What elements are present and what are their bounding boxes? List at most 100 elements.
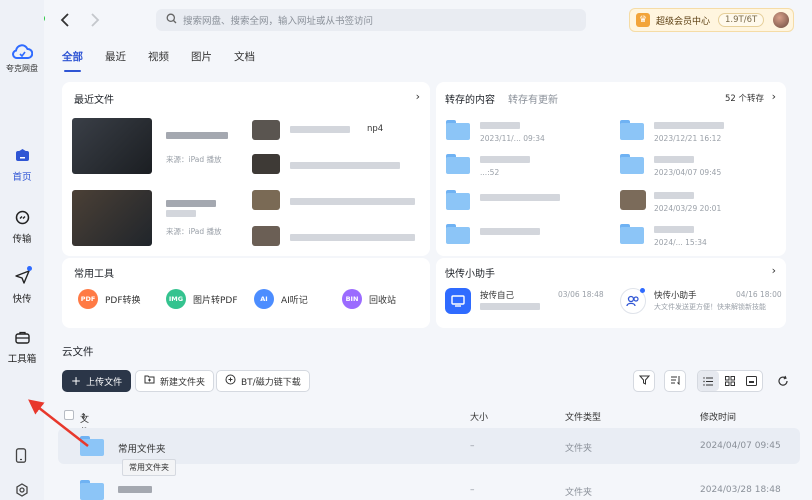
- file-name-redacted: [290, 162, 400, 169]
- sort-button[interactable]: [664, 370, 686, 392]
- quick-send-item-desc: 大文件发送更方便！快来解锁新技能: [654, 303, 766, 311]
- table-row[interactable]: – 文件夹 2024/03/28 18:48: [58, 472, 800, 500]
- file-thumbnail[interactable]: [72, 118, 152, 174]
- folder-icon: [80, 436, 104, 456]
- tool-ai-transcribe[interactable]: AI AI听记: [254, 289, 308, 309]
- phone-icon[interactable]: [15, 448, 27, 466]
- sidebar-item-label: 首页: [12, 172, 32, 183]
- quick-send-title: 快传小助手: [445, 269, 495, 280]
- back-button[interactable]: [60, 12, 70, 31]
- tab-video[interactable]: 视频: [148, 49, 169, 72]
- folder-add-icon: [144, 375, 155, 387]
- app-name: 夸克网盘: [6, 64, 38, 73]
- file-extension: np4: [367, 124, 384, 134]
- tool-image-to-pdf[interactable]: IMG 图片转PDF: [166, 289, 238, 309]
- tab-image[interactable]: 图片: [191, 49, 212, 72]
- notification-dot: [640, 288, 645, 293]
- video-thumbnail[interactable]: [620, 190, 646, 210]
- microphone-icon: AI: [254, 289, 274, 309]
- column-header-type[interactable]: 文件类型: [565, 410, 601, 423]
- avatar[interactable]: [773, 12, 789, 28]
- pdf-icon: PDF: [78, 289, 98, 309]
- folder-icon[interactable]: [620, 120, 644, 140]
- folder-name-redacted: [654, 122, 724, 129]
- refresh-icon[interactable]: [777, 375, 789, 390]
- folder-icon[interactable]: [620, 154, 644, 174]
- filter-button[interactable]: [633, 370, 655, 392]
- plus-icon: +: [71, 374, 82, 388]
- bt-download-button[interactable]: BT/磁力链下载: [216, 370, 310, 392]
- tab-recent[interactable]: 最近: [105, 49, 126, 72]
- app-logo[interactable]: 夸克网盘: [0, 44, 44, 74]
- tab-document[interactable]: 文档: [234, 49, 255, 72]
- transfer-icon: [13, 208, 31, 226]
- file-table-header: 文件名 ↕ 大小 文件类型 修改时间: [62, 408, 800, 451]
- upload-button[interactable]: + 上传文件: [62, 370, 132, 392]
- folder-name-redacted: [480, 228, 540, 235]
- recent-files-panel: 最近文件 › 来源：iPad 播放 来源：iPad 播放 np4: [62, 82, 430, 256]
- file-thumbnail[interactable]: [252, 190, 280, 210]
- file-name-redacted: [290, 198, 415, 205]
- folder-name-redacted: [654, 192, 694, 199]
- sidebar-item-label: 快传: [12, 294, 32, 305]
- file-modified: 2024/03/28 18:48: [700, 485, 781, 495]
- tab-all[interactable]: 全部: [62, 49, 83, 72]
- column-header-modified[interactable]: 修改时间: [700, 410, 736, 423]
- saved-date: 2023/12/21 16:12: [654, 134, 722, 143]
- send-icon: [13, 266, 32, 286]
- quick-send-item-date: 04/16 18:00: [736, 290, 782, 299]
- file-thumbnail[interactable]: [252, 154, 280, 174]
- screen-icon[interactable]: [445, 288, 471, 314]
- tool-pdf-convert[interactable]: PDF PDF转换: [78, 289, 141, 309]
- folder-icon[interactable]: [620, 224, 644, 244]
- grid-view-icon[interactable]: [719, 371, 740, 391]
- chevron-right-icon[interactable]: ›: [416, 90, 420, 103]
- search-placeholder: 搜索网盘、搜索全网，输入网址或从书签访问: [183, 16, 374, 27]
- quick-send-item-desc-redacted: [480, 303, 540, 310]
- new-folder-button[interactable]: 新建文件夹: [135, 370, 215, 392]
- tool-label: PDF转换: [105, 295, 141, 306]
- saved-tab-active[interactable]: 转存的内容: [445, 91, 495, 106]
- folder-icon[interactable]: [446, 190, 470, 210]
- sort-arrow-icon: ↕: [80, 412, 87, 421]
- list-view-icon[interactable]: [698, 371, 720, 391]
- home-icon: [13, 146, 31, 164]
- folder-icon[interactable]: [446, 224, 470, 244]
- file-size: –: [470, 441, 475, 451]
- sidebar-item-send[interactable]: 快传: [0, 266, 44, 305]
- search-input[interactable]: 搜索网盘、搜索全网，输入网址或从书签访问: [156, 9, 586, 31]
- thumbnail-view-icon[interactable]: [741, 371, 762, 391]
- saved-tab-updates[interactable]: 转存有更新: [508, 91, 558, 106]
- sidebar-item-toolbox[interactable]: 工具箱: [0, 328, 44, 365]
- saved-date: 2023/11/... 09:34: [480, 134, 545, 143]
- file-thumbnail[interactable]: [252, 120, 280, 140]
- folder-icon[interactable]: [446, 154, 470, 174]
- magnet-icon: [225, 374, 236, 388]
- folder-name-redacted: [480, 156, 530, 163]
- tool-recycle-bin[interactable]: BIN 回收站: [342, 289, 396, 309]
- folder-icon[interactable]: [446, 120, 470, 140]
- sidebar-item-label: 传输: [12, 234, 32, 245]
- file-thumbnail[interactable]: [252, 226, 280, 246]
- recent-files-title: 最近文件: [74, 95, 114, 106]
- chevron-right-icon[interactable]: ›: [772, 264, 776, 277]
- sidebar-item-transfer[interactable]: 传输: [0, 208, 44, 245]
- cloud-files-title: 云文件: [62, 346, 94, 358]
- file-name[interactable]: 常用文件夹: [118, 441, 166, 455]
- file-name-redacted: [166, 200, 216, 207]
- users-icon[interactable]: [620, 288, 646, 314]
- category-tabs: 全部 最近 视频 图片 文档: [62, 49, 255, 72]
- vip-center-button[interactable]: ♛ 超级会员中心 1.9T/6T: [629, 8, 794, 32]
- chevron-right-icon[interactable]: ›: [772, 90, 776, 103]
- quick-send-item-title: 快传小助手: [654, 291, 697, 301]
- forward-button[interactable]: [90, 12, 100, 31]
- file-type: 文件夹: [565, 444, 593, 454]
- quick-send-panel: 快传小助手 › 按传自己 03/06 18:48 快传小助手 04/16 18:…: [436, 258, 786, 328]
- column-header-size[interactable]: 大小: [470, 410, 488, 423]
- file-thumbnail[interactable]: [72, 190, 152, 246]
- select-all-checkbox[interactable]: [64, 410, 74, 420]
- sidebar-item-home[interactable]: 首页: [0, 146, 44, 183]
- settings-icon[interactable]: [15, 483, 29, 500]
- file-type: 文件夹: [565, 488, 593, 498]
- tool-label: 回收站: [369, 295, 397, 306]
